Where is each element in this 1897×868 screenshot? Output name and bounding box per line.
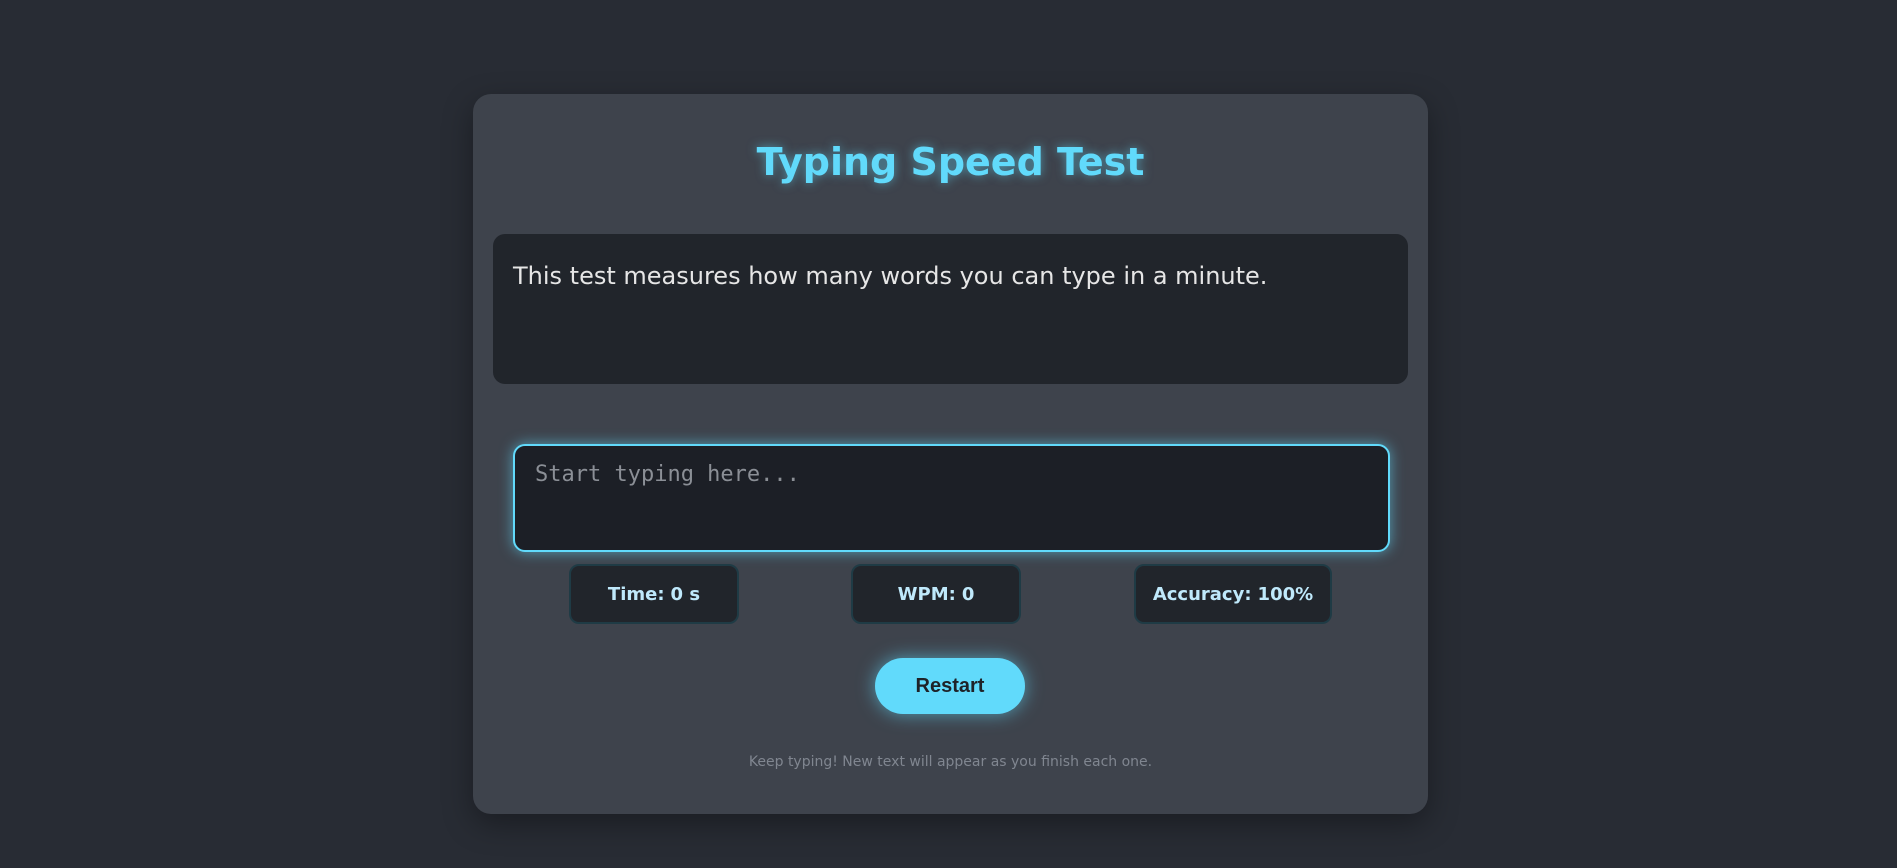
typing-test-card: Typing Speed Test This test measures how… <box>473 94 1428 814</box>
time-label: Time: <box>607 583 665 605</box>
typing-input[interactable] <box>513 444 1390 552</box>
wpm-label: WPM: <box>897 583 956 605</box>
time-value: 0 s <box>670 583 701 605</box>
accuracy-stat: Accuracy: 100% <box>1134 564 1332 624</box>
time-stat: Time: 0 s <box>569 564 739 624</box>
prompt-text: This test measures how many words you ca… <box>513 262 1268 290</box>
wpm-value: 0 <box>961 583 975 605</box>
restart-button[interactable]: Restart <box>875 658 1025 714</box>
page: Typing Speed Test This test measures how… <box>0 0 1897 868</box>
prompt-text-box: This test measures how many words you ca… <box>493 234 1408 384</box>
accuracy-value: 100% <box>1257 583 1314 605</box>
footer-note: Keep typing! New text will appear as you… <box>748 754 1153 770</box>
accuracy-label: Accuracy: <box>1152 583 1252 605</box>
wpm-stat: WPM: 0 <box>851 564 1021 624</box>
page-title: Typing Speed Test <box>756 140 1145 184</box>
